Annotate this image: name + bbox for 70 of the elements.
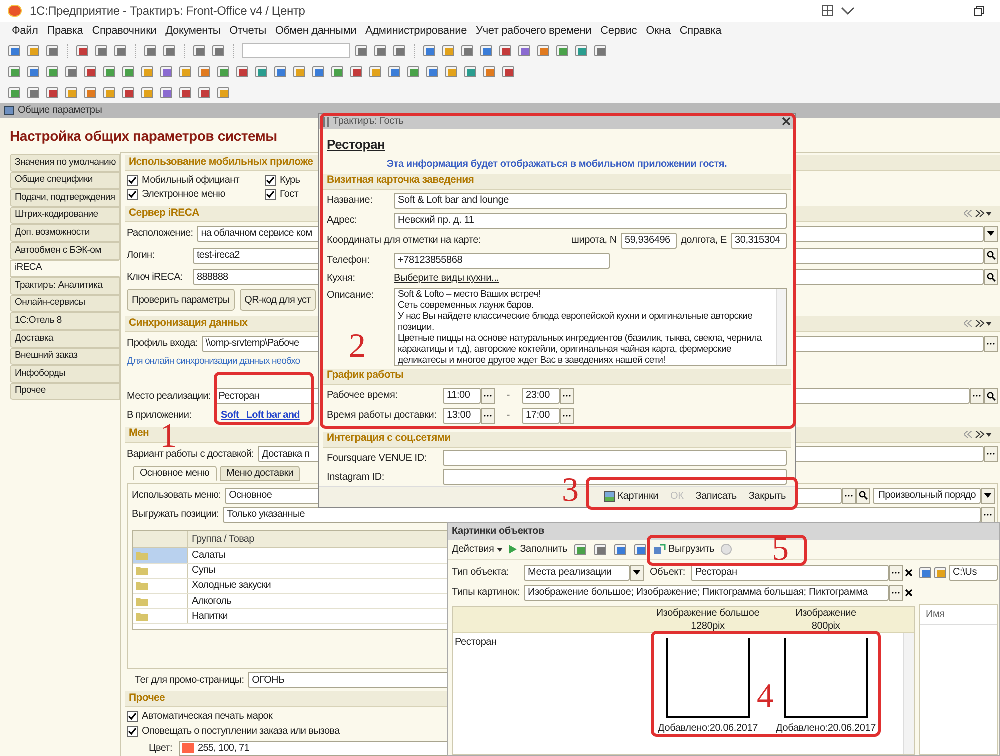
field-label: Цвет: bbox=[149, 742, 174, 756]
table-cell-text: Холодные закуски bbox=[191, 579, 272, 593]
section-title: Прочее bbox=[129, 690, 166, 706]
field-label: Кухня: bbox=[327, 272, 356, 286]
column-header: Имя bbox=[920, 605, 997, 625]
checkbox-label: Автоматическая печать марок bbox=[142, 710, 273, 724]
annotation-number: 2 bbox=[349, 330, 366, 364]
field-label: В приложении: bbox=[127, 409, 193, 424]
form-heading: Настройка общих параметров системы bbox=[10, 127, 278, 146]
description-line: У нас Вы найдете классические блюда европейской кухни и оригинальные авторские позиции. bbox=[398, 310, 754, 332]
field-label: Instagram ID: bbox=[327, 470, 386, 484]
image-caption: Добавлено:20.06.2017 bbox=[658, 722, 758, 736]
time-separator: - bbox=[506, 389, 512, 403]
section-title: Интеграция с соц.сетями bbox=[327, 431, 451, 446]
field-label: Координаты для отметки на карте: bbox=[327, 234, 482, 248]
field-label: Тип объекта: bbox=[452, 566, 510, 580]
table-cell-text: Ресторан bbox=[454, 636, 498, 650]
field-label: Объект: bbox=[650, 566, 686, 580]
form-window-title: Общие параметры bbox=[18, 104, 102, 118]
info-note: Эта информация будет отображаться в мобильном приложении гостя. bbox=[386, 158, 728, 172]
annotation-number: 4 bbox=[757, 680, 774, 714]
field-label: Использовать меню: bbox=[132, 489, 222, 504]
column-header: Изображение 800pix bbox=[794, 607, 858, 632]
column-header: Изображение большое 1280pix bbox=[655, 607, 761, 632]
color-value: 255, 100, 71 bbox=[198, 742, 250, 756]
table-cell-text: Алкоголь bbox=[191, 594, 233, 608]
section-title: Сервер iRECA bbox=[129, 206, 200, 221]
field-label: Ключ iRECA: bbox=[127, 270, 184, 285]
window-title: Картинки объектов bbox=[452, 525, 544, 539]
field-label: Место реализации: bbox=[127, 390, 212, 404]
field-label: Типы картинок: bbox=[452, 586, 521, 600]
field-label: Название: bbox=[327, 194, 374, 208]
field-label: Описание: bbox=[327, 288, 375, 302]
field-label: Расположение: bbox=[127, 227, 194, 242]
column-header: Группа / Товар bbox=[191, 532, 256, 547]
section-title: Использование мобильных приложе bbox=[129, 154, 314, 170]
checkbox-label: Электронное меню bbox=[142, 188, 226, 202]
table-cell-text: Салаты bbox=[191, 548, 227, 563]
checkbox-label: Гост bbox=[280, 188, 298, 202]
table-cell-text: Напитки bbox=[191, 610, 229, 624]
description-line: Сеть современных лаунж баров. bbox=[398, 300, 535, 310]
dialog-title: Трактиръ: Гость bbox=[333, 115, 404, 129]
section-title: Синхронизация данных bbox=[129, 316, 248, 331]
image-caption: Добавлено:20.06.2017 bbox=[776, 722, 876, 736]
field-label: Тег для промо-страницы: bbox=[135, 674, 246, 688]
section-title: Мен bbox=[129, 426, 150, 442]
field-label: широта, N bbox=[571, 234, 617, 248]
field-label: Телефон: bbox=[327, 254, 371, 268]
table-cell-text: Супы bbox=[191, 564, 216, 578]
field-label: Время работы доставки: bbox=[327, 409, 438, 423]
checkbox-label: Мобильный официант bbox=[142, 174, 240, 188]
section-title: Визитная карточка заведения bbox=[327, 173, 474, 188]
description-line: Soft & Lofto – место Ваших встреч! bbox=[398, 288, 542, 300]
checkbox-label: Курь bbox=[280, 174, 300, 188]
field-label: Foursquare VENUE ID: bbox=[327, 452, 428, 466]
field-label: Вариант работы с доставкой: bbox=[127, 448, 256, 462]
field-label: Адрес: bbox=[327, 214, 358, 228]
field-label: долгота, E bbox=[680, 234, 727, 248]
section-title: График работы bbox=[327, 368, 404, 384]
annotation-number: 3 bbox=[562, 474, 579, 508]
field-label: Выгружать позиции: bbox=[132, 508, 220, 522]
window-title: 1С:Предприятие - Трактиръ: Front-Office v4 / Центр bbox=[30, 3, 306, 20]
field-label: Рабочее время: bbox=[327, 389, 399, 403]
venue-heading: Ресторан bbox=[327, 136, 386, 154]
field-label: Профиль входа: bbox=[127, 337, 199, 352]
annotation-number: 5 bbox=[772, 533, 789, 567]
time-separator: - bbox=[506, 409, 512, 423]
description-line: Цветные пиццы на основе натуральных ингредиентов (базилик, тыква, свекла, чернила каракатицы и т.д), авторские коктейли, оригинальная чайная карта, фермерские деликатесы и многое другое ждет Вас в заведениях нашей сети! bbox=[398, 332, 764, 364]
checkbox-label: Оповещать о поступлении заказа или вызова bbox=[142, 724, 340, 739]
field-label: Логин: bbox=[127, 249, 156, 264]
